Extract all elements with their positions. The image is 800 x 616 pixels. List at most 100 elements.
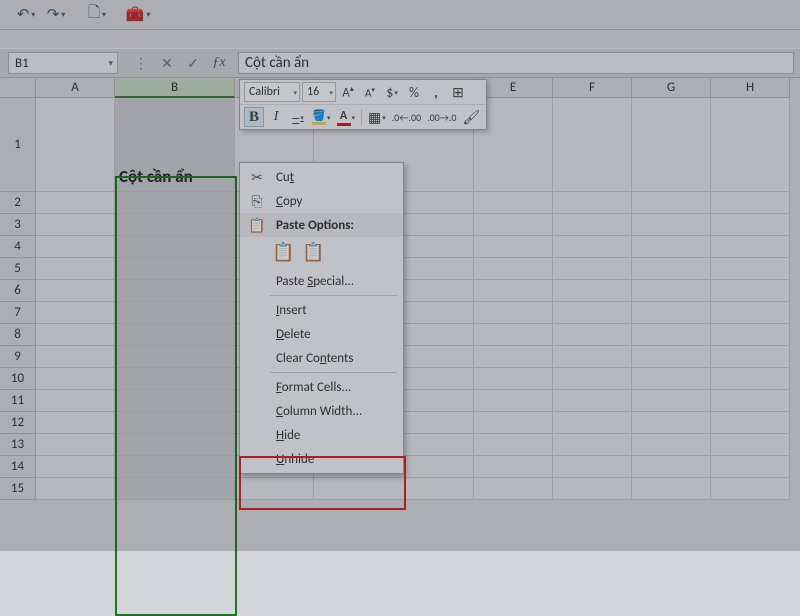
cell[interactable] <box>632 192 711 214</box>
cell[interactable] <box>36 346 115 368</box>
col-header-F[interactable]: F <box>553 78 632 98</box>
cell[interactable] <box>711 434 790 456</box>
cell[interactable] <box>474 302 553 324</box>
col-header-B[interactable]: B <box>115 78 235 98</box>
merge-center-button[interactable]: ⊞ <box>448 82 468 102</box>
cancel-formula-button[interactable]: ✕ <box>154 52 180 74</box>
cell[interactable] <box>115 258 235 280</box>
cell[interactable] <box>36 434 115 456</box>
cell[interactable] <box>632 412 711 434</box>
cell-F1[interactable] <box>553 98 632 192</box>
cell[interactable] <box>474 214 553 236</box>
cell[interactable] <box>711 456 790 478</box>
formula-bar[interactable]: Cột cần ẩn <box>238 52 794 74</box>
increase-decimal-button[interactable]: .0←.00 <box>390 107 423 127</box>
cell[interactable] <box>115 412 235 434</box>
col-header-H[interactable]: H <box>711 78 790 98</box>
cell[interactable] <box>553 258 632 280</box>
qat-custom-1[interactable]: 🗋▾ <box>83 4 111 26</box>
cell[interactable] <box>115 368 235 390</box>
chevron-down-icon[interactable]: ▾ <box>108 58 113 69</box>
cell[interactable] <box>553 192 632 214</box>
cell[interactable] <box>632 346 711 368</box>
cell[interactable] <box>553 214 632 236</box>
cell[interactable] <box>632 478 711 500</box>
row-header[interactable]: 7 <box>0 302 36 324</box>
cell-A1[interactable] <box>36 98 115 192</box>
insert-function-button[interactable]: ƒx <box>206 52 232 74</box>
cell[interactable] <box>711 412 790 434</box>
format-painter-button[interactable]: 🖌 <box>460 107 482 127</box>
cell[interactable] <box>36 390 115 412</box>
context-clear-contents[interactable]: Clear Contents <box>240 346 403 370</box>
cell[interactable] <box>36 478 115 500</box>
cell[interactable] <box>474 434 553 456</box>
row-header[interactable]: 4 <box>0 236 36 258</box>
cell[interactable] <box>36 324 115 346</box>
col-header-G[interactable]: G <box>632 78 711 98</box>
context-unhide[interactable]: Unhide <box>240 447 403 471</box>
cell[interactable] <box>36 214 115 236</box>
cell[interactable] <box>115 236 235 258</box>
cell[interactable] <box>474 258 553 280</box>
cell[interactable] <box>632 280 711 302</box>
accounting-format-button[interactable]: $▾ <box>382 82 402 102</box>
row-header[interactable]: 3 <box>0 214 36 236</box>
select-all-corner[interactable] <box>0 78 36 98</box>
cell[interactable] <box>711 236 790 258</box>
cell-H1[interactable] <box>711 98 790 192</box>
cell[interactable] <box>115 434 235 456</box>
context-insert[interactable]: Insert <box>240 298 403 322</box>
cell[interactable] <box>553 236 632 258</box>
cell[interactable] <box>711 258 790 280</box>
percent-format-button[interactable]: % <box>404 82 424 102</box>
row-header[interactable]: 5 <box>0 258 36 280</box>
cell[interactable] <box>553 456 632 478</box>
cell[interactable] <box>115 456 235 478</box>
cell[interactable] <box>474 368 553 390</box>
cell[interactable] <box>553 412 632 434</box>
cell[interactable] <box>235 478 314 500</box>
name-box[interactable]: B1 ▾ <box>8 52 118 74</box>
cell[interactable] <box>474 346 553 368</box>
cell[interactable] <box>36 192 115 214</box>
cell[interactable] <box>711 302 790 324</box>
undo-button[interactable]: ↶▾ <box>12 4 40 26</box>
chevron-down-icon[interactable]: ▾ <box>31 10 35 20</box>
italic-button[interactable]: I <box>266 107 286 127</box>
cell[interactable] <box>711 214 790 236</box>
row-header[interactable]: 6 <box>0 280 36 302</box>
cell[interactable] <box>553 324 632 346</box>
paste-option-2[interactable]: 📋 <box>302 241 324 263</box>
cell[interactable] <box>632 324 711 346</box>
cell[interactable] <box>115 390 235 412</box>
cell[interactable] <box>36 412 115 434</box>
context-paste-special[interactable]: Paste Special... <box>240 269 403 293</box>
cell[interactable] <box>632 302 711 324</box>
row-header[interactable]: 8 <box>0 324 36 346</box>
enter-formula-button[interactable]: ✓ <box>180 52 206 74</box>
context-delete[interactable]: Delete <box>240 322 403 346</box>
cell[interactable] <box>474 412 553 434</box>
borders-grid-button[interactable]: ▦▾ <box>366 107 388 127</box>
row-header[interactable]: 15 <box>0 478 36 500</box>
cell-G1[interactable] <box>632 98 711 192</box>
cell[interactable] <box>474 478 553 500</box>
row-header[interactable]: 11 <box>0 390 36 412</box>
cell[interactable] <box>36 236 115 258</box>
cell[interactable] <box>711 192 790 214</box>
cell[interactable] <box>474 390 553 412</box>
cell[interactable] <box>36 302 115 324</box>
fill-color-button[interactable]: 🪣▾ <box>310 107 333 127</box>
redo-button[interactable]: ↷▾ <box>42 4 70 26</box>
row-header[interactable]: 10 <box>0 368 36 390</box>
cell[interactable] <box>115 346 235 368</box>
cell[interactable] <box>115 324 235 346</box>
row-header[interactable]: 12 <box>0 412 36 434</box>
row-header[interactable]: 13 <box>0 434 36 456</box>
cell[interactable] <box>36 258 115 280</box>
cell[interactable] <box>474 280 553 302</box>
font-size-picker[interactable]: 16▾ <box>302 82 336 102</box>
cell[interactable] <box>115 478 235 500</box>
cell[interactable] <box>553 390 632 412</box>
